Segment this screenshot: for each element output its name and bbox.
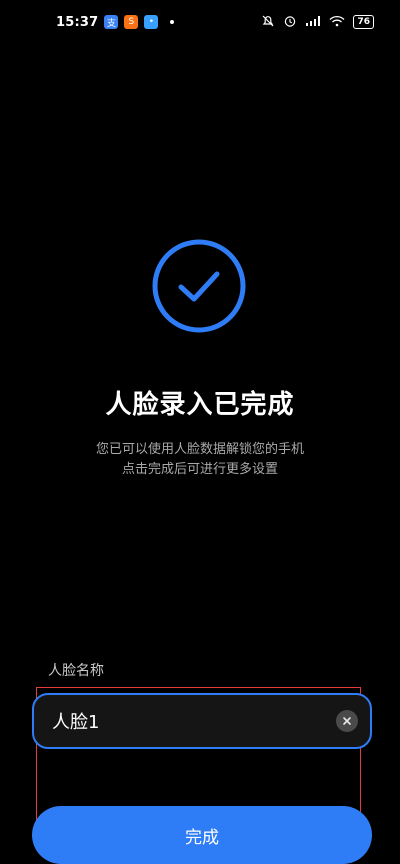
done-button[interactable]: 完成 [32, 806, 372, 864]
status-right: 76 [261, 14, 374, 31]
description-line: 您已可以使用人脸数据解锁您的手机 [95, 442, 304, 457]
alarm-icon [283, 14, 297, 31]
success-description: 您已可以使用人脸数据解锁您的手机 点击完成后可进行更多设置 [0, 440, 400, 480]
status-left: 15:37 支 S • [56, 14, 175, 30]
app-badge-icon: 支 [104, 15, 119, 29]
app-badge-icon: • [144, 15, 159, 29]
signal-icon [305, 15, 321, 30]
status-bar: 15:37 支 S • 76 [0, 0, 400, 44]
face-name-input[interactable] [50, 709, 336, 733]
check-circle-icon [151, 238, 247, 334]
battery-indicator: 76 [353, 15, 374, 29]
mute-icon [261, 14, 275, 31]
app-badge-icon: S [124, 15, 139, 29]
wifi-icon [329, 15, 345, 30]
status-time: 15:37 [56, 14, 99, 30]
page-title: 人脸录入已完成 [105, 390, 295, 420]
face-name-field[interactable] [32, 693, 372, 749]
description-line: 点击完成后可进行更多设置 [121, 462, 278, 477]
face-name-label: 人脸名称 [48, 663, 104, 679]
close-icon[interactable] [336, 710, 358, 732]
notification-dot-icon [170, 20, 175, 24]
